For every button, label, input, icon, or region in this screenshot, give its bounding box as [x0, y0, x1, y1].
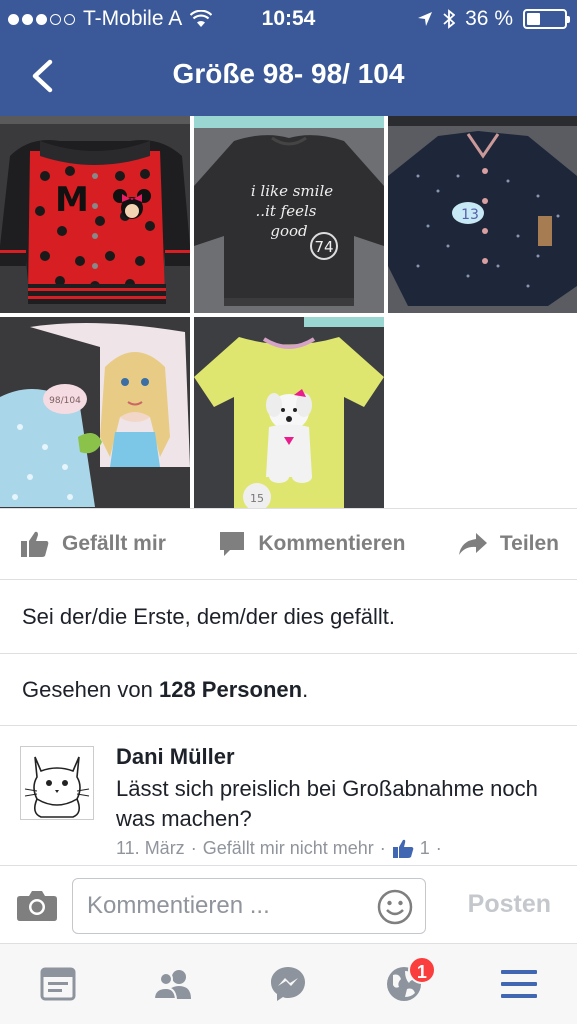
comment-button[interactable]: Kommentieren	[218, 530, 405, 558]
post-actions: Gefällt mir Kommentieren Teilen	[0, 508, 577, 580]
photo-grid: M i like smile ..it feels good 74 13 98/…	[0, 116, 577, 508]
seen-by[interactable]: Gesehen von 128 Personen.	[0, 654, 577, 726]
tab-news-feed[interactable]	[28, 954, 88, 1014]
bluetooth-icon	[443, 9, 456, 29]
comment-item: Dani Müller Lässt sich preislich bei Gro…	[0, 726, 577, 866]
meta-separator: ·	[435, 838, 442, 858]
shirt-print-line3: good	[270, 222, 307, 240]
comment-author[interactable]: Dani Müller	[116, 744, 235, 770]
post-button[interactable]: Posten	[468, 890, 551, 919]
location-arrow-icon	[418, 12, 433, 26]
comment-composer: Kommentieren ... Posten	[0, 866, 577, 944]
photo-yellow-tshirt[interactable]: 15	[194, 317, 384, 508]
friends-icon	[153, 970, 192, 1000]
news-feed-icon	[40, 967, 76, 1001]
photo-navy-blouse[interactable]: 13	[388, 116, 577, 313]
share-button[interactable]: Teilen	[458, 532, 559, 556]
comment-placeholder: Kommentieren ...	[87, 892, 270, 919]
like-thumb-icon	[392, 839, 414, 858]
meta-separator: ·	[190, 838, 197, 858]
seen-prefix: Gesehen von	[22, 676, 159, 702]
top-bar: T-Mobile A 10:54 36 % Größe 98- 98/ 104	[0, 0, 577, 116]
size-tag-13: 13	[461, 207, 479, 223]
thumbs-up-icon	[21, 531, 49, 557]
tab-menu[interactable]	[489, 954, 549, 1014]
battery-percent: 36 %	[465, 7, 513, 30]
unlike-link[interactable]: Gefällt mir nicht mehr	[203, 838, 374, 859]
photo-frozen-pajamas[interactable]: 98/104	[0, 317, 190, 508]
cat-drawing-icon	[24, 756, 90, 818]
comment-meta: 11. März · Gefällt mir nicht mehr · 1 ·	[116, 838, 442, 859]
comment-text: Lässt sich preislich bei Großabnahme noc…	[116, 776, 538, 831]
tab-messenger[interactable]	[258, 954, 318, 1014]
size-tag-74: 74	[314, 238, 333, 256]
comment-label: Kommentieren	[258, 532, 406, 555]
comment-date: 11. März	[116, 838, 185, 858]
photo-red-minnie-jacket[interactable]: M	[0, 116, 190, 313]
likes-summary[interactable]: Sei der/die Erste, dem/der dies gefällt.	[0, 580, 577, 654]
like-label: Gefällt mir	[62, 532, 166, 555]
avatar[interactable]	[20, 746, 94, 820]
svg-text:M: M	[55, 180, 89, 220]
size-tag-98: 98/104	[49, 396, 81, 406]
page-title: Größe 98- 98/ 104	[172, 58, 405, 89]
menu-icon	[501, 970, 538, 998]
battery-icon	[523, 9, 570, 29]
meta-separator: ·	[379, 838, 386, 858]
seen-suffix: .	[302, 676, 309, 702]
comment-icon	[220, 532, 245, 556]
tab-friends[interactable]	[143, 954, 203, 1014]
size-tag-15: 15	[250, 492, 264, 505]
share-arrow-icon	[458, 533, 487, 555]
comment-input[interactable]: Kommentieren ...	[72, 878, 426, 934]
seen-count: 128 Personen	[158, 676, 303, 702]
smiley-icon	[377, 889, 413, 925]
nav-bar: Größe 98- 98/ 104	[0, 40, 577, 116]
shirt-print-line1: i like smile	[251, 182, 333, 200]
tab-notifications[interactable]: 1	[374, 954, 436, 1014]
likes-text: Sei der/die Erste, dem/der dies gefällt.	[22, 603, 395, 629]
share-label: Teilen	[499, 532, 559, 555]
emoji-button[interactable]	[377, 889, 413, 945]
tab-bar: 1	[0, 944, 577, 1024]
like-button[interactable]: Gefällt mir	[20, 530, 166, 558]
status-bar: T-Mobile A 10:54 36 %	[0, 0, 577, 38]
photo-black-shirt[interactable]: i like smile ..it feels good 74	[194, 116, 384, 313]
notification-badge: 1	[407, 956, 436, 984]
camera-button[interactable]	[16, 888, 58, 927]
shirt-print-line2: ..it feels	[256, 202, 317, 220]
camera-icon	[17, 891, 57, 921]
messenger-icon	[271, 967, 306, 1001]
comment-like-count: 1	[419, 838, 430, 858]
